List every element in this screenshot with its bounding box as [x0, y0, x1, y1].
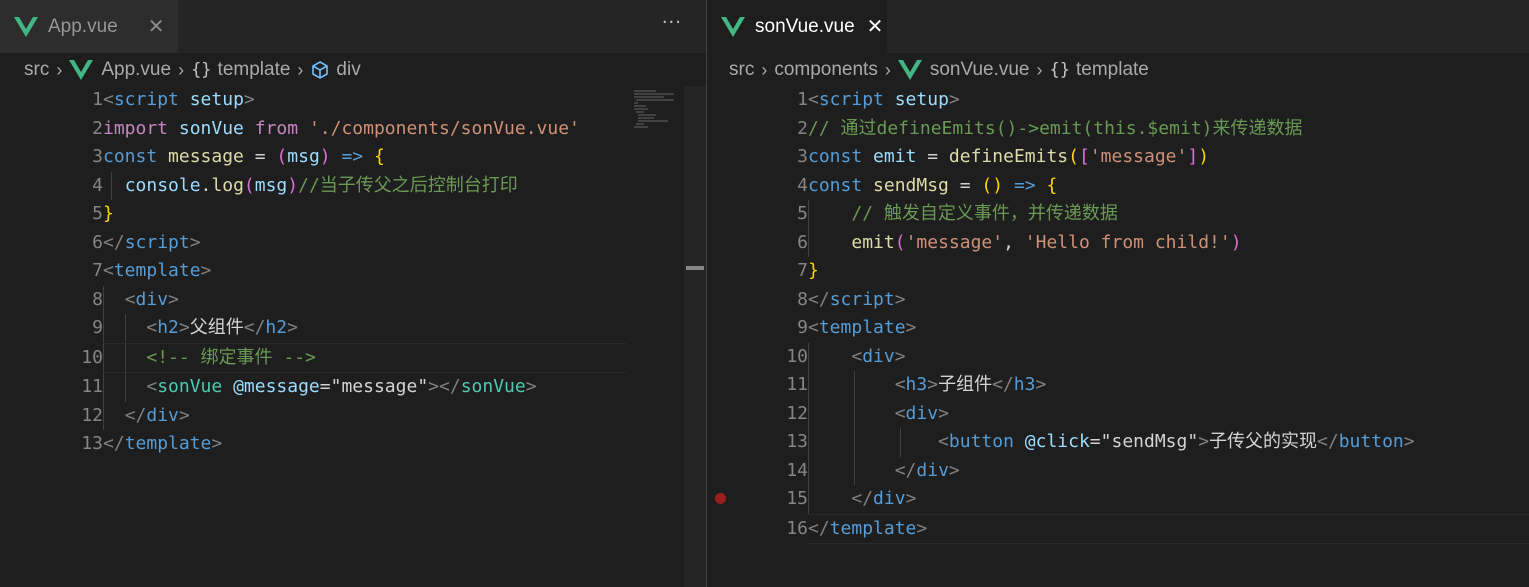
tab-app-vue[interactable]: App.vue ✕	[0, 0, 178, 53]
editor-group-left: App.vue ✕ ··· src › App.vue › {} templat…	[0, 0, 706, 587]
braces-icon: {}	[1049, 60, 1070, 80]
close-icon[interactable]: ✕	[148, 14, 165, 39]
line-number: 2	[92, 117, 103, 139]
line-number: 7	[92, 260, 103, 281]
code-editor-right[interactable]: 1 <script setup> 2// 通过defineEmits()->emi…	[786, 86, 1529, 544]
scrollbar-thumb[interactable]	[686, 266, 704, 270]
chevron-right-icon: ›	[56, 59, 63, 80]
code-line: 13 <button @click="sendMsg">子传父的实现</butt…	[786, 428, 1529, 457]
line-number: 7	[797, 260, 808, 281]
code-line: 4 const sendMsg = () => {	[797, 172, 1529, 201]
line-number: 6	[797, 231, 808, 253]
line-number: 16	[786, 517, 808, 539]
line-number: 1	[797, 89, 808, 110]
breadcrumb-item-src[interactable]: src	[729, 59, 754, 81]
code-line: 7 <template>	[92, 257, 626, 286]
line-number: 12	[786, 402, 808, 424]
code-line: 5}	[92, 200, 626, 229]
line-number: 9	[92, 317, 103, 338]
line-number: 13	[786, 431, 808, 452]
code-editor-left[interactable]: 1 <script setup> 2 import sonVue from './c…	[81, 86, 626, 459]
code-line: 1 <script setup>	[92, 86, 626, 115]
cube-icon	[312, 61, 329, 79]
tab-label: App.vue	[48, 15, 118, 37]
breadcrumb-item-template[interactable]: template	[1076, 59, 1149, 81]
tab-bar-right: sonVue.vue ✕	[707, 0, 1529, 53]
line-number: 3	[92, 146, 103, 167]
line-number: 3	[797, 146, 808, 167]
minimap[interactable]	[626, 86, 684, 587]
breadcrumb-item-div[interactable]: div	[336, 59, 360, 81]
breadcrumb-item-file[interactable]: sonVue.vue	[930, 59, 1030, 81]
close-icon[interactable]: ✕	[867, 14, 884, 39]
code-line: 3 const message = (msg) => {	[92, 143, 626, 172]
code-line: 1 <script setup>	[797, 86, 1529, 115]
breadcrumb-item-file[interactable]: App.vue	[101, 59, 171, 81]
line-number: 1	[92, 89, 103, 110]
line-number: 14	[786, 459, 808, 481]
line-number: 10	[81, 346, 103, 368]
line-number: 4	[92, 174, 103, 196]
code-line: 12 </div>	[81, 401, 626, 430]
line-number: 10	[786, 345, 808, 367]
code-line-current: 10 <!-- 绑定事件 -->	[81, 342, 626, 373]
code-line: 8 <div>	[92, 285, 626, 314]
chevron-right-icon: ›	[297, 59, 304, 80]
line-number: 12	[81, 404, 103, 426]
line-number: 11	[81, 376, 103, 397]
tab-bar-left: App.vue ✕ ···	[0, 0, 706, 53]
breakpoint-icon[interactable]	[715, 493, 726, 504]
line-number: 13	[81, 433, 103, 454]
tab-sonvue-vue[interactable]: sonVue.vue ✕	[707, 0, 887, 53]
code-line: 2 import sonVue from './components/sonVue…	[92, 115, 626, 144]
code-line: 13 </template>	[81, 430, 626, 459]
line-number: 5	[92, 203, 103, 224]
more-actions-icon[interactable]: ···	[662, 12, 682, 33]
line-number: 11	[786, 374, 808, 395]
code-line: 8 </script>	[797, 286, 1529, 315]
breadcrumb-item-src[interactable]: src	[24, 59, 49, 81]
chevron-right-icon: ›	[884, 59, 891, 80]
line-number: 8	[797, 288, 808, 310]
code-line: 15 </div>	[786, 485, 1529, 514]
line-number: 5	[797, 203, 808, 224]
vue-icon	[69, 60, 94, 80]
line-number: 6	[92, 231, 103, 253]
code-line: 2// 通过defineEmits()->emit(this.$emit)来传递…	[797, 115, 1529, 144]
code-line: 9 <template>	[797, 314, 1529, 343]
vue-icon	[721, 16, 745, 37]
code-line: 10 <div>	[786, 342, 1529, 371]
code-line: 4 console.log(msg)//当子传父之后控制台打印	[92, 171, 626, 200]
chevron-right-icon: ›	[761, 59, 768, 80]
vue-icon	[897, 60, 922, 80]
breadcrumb-item-components[interactable]: components	[774, 59, 878, 81]
code-line-current: 16 </template>	[786, 513, 1529, 544]
chevron-right-icon: ›	[178, 59, 185, 80]
code-line: 6 emit('message', 'Hello from child!')	[797, 228, 1529, 257]
code-line: 7}	[797, 257, 1529, 286]
code-line: 11 <sonVue @message="message"></sonVue>	[81, 373, 626, 402]
scrollbar[interactable]	[684, 86, 706, 587]
editor-group-right: sonVue.vue ✕ src › components › sonVue.v…	[707, 0, 1529, 587]
line-number: 2	[797, 117, 808, 139]
line-number: 9	[797, 317, 808, 338]
code-line: 9 <h2>父组件</h2>	[92, 314, 626, 343]
code-line: 14 </div>	[786, 456, 1529, 485]
code-line: 3 const emit = defineEmits(['message'])	[797, 143, 1529, 172]
chevron-right-icon: ›	[1036, 59, 1043, 80]
braces-icon: {}	[191, 60, 212, 80]
code-line: 11 <h3>子组件</h3>	[786, 371, 1529, 400]
line-number: 8	[92, 288, 103, 310]
vue-icon	[14, 16, 38, 37]
code-line: 12 <div>	[786, 399, 1529, 428]
breadcrumb: src › App.vue › {} template › div	[24, 56, 361, 84]
breadcrumb: src › components › sonVue.vue › {} templ…	[729, 56, 1149, 84]
code-line: 6 </script>	[92, 229, 626, 258]
line-number: 15	[786, 488, 808, 509]
tab-label: sonVue.vue	[755, 15, 855, 37]
code-line: 5 // 触发自定义事件，并传递数据	[797, 200, 1529, 229]
breadcrumb-item-template[interactable]: template	[218, 59, 291, 81]
line-number: 4	[797, 174, 808, 196]
